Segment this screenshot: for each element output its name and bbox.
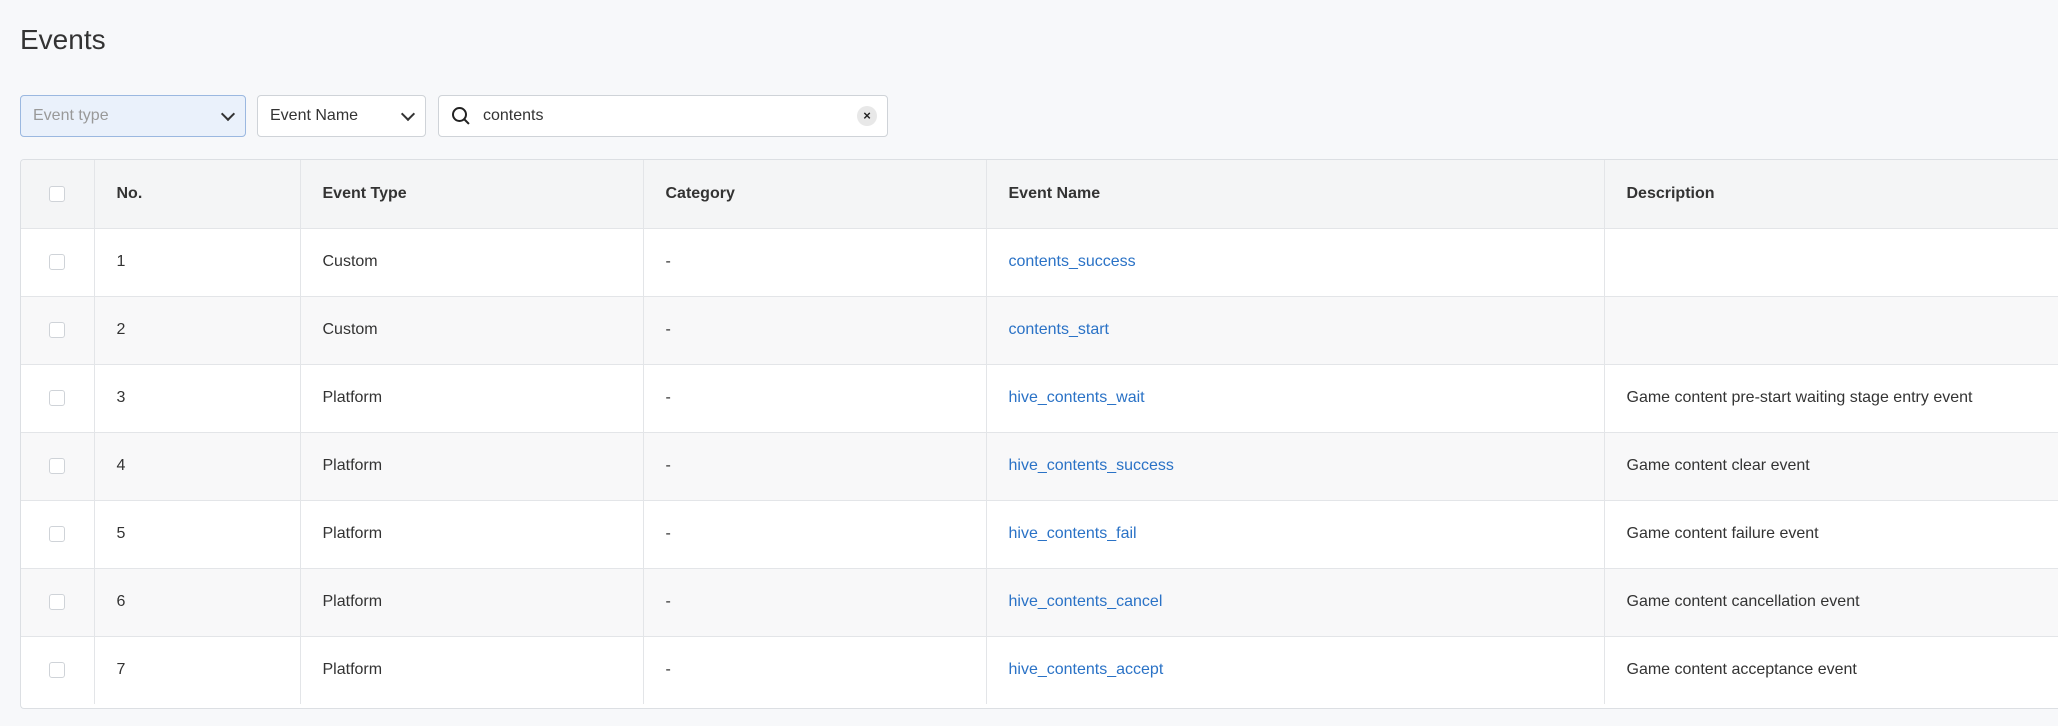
table-row[interactable]: 1 Custom - contents_success xyxy=(21,228,2058,297)
row-number: 5 xyxy=(94,500,301,569)
table-header-row: No. Event Type Category Event Name Descr… xyxy=(21,160,2058,229)
row-checkbox[interactable] xyxy=(49,457,66,474)
table-row[interactable]: 7 Platform - hive_contents_accept Game c… xyxy=(21,636,2058,704)
event-type-select[interactable]: Event type xyxy=(20,95,246,137)
row-category: - xyxy=(643,636,987,704)
row-checkbox[interactable] xyxy=(49,253,66,270)
row-number: 6 xyxy=(94,568,301,637)
row-description xyxy=(1604,228,2058,297)
row-description: Game content cancellation event xyxy=(1604,568,2058,637)
row-event-type: Custom xyxy=(300,228,644,297)
event-name-link[interactable]: hive_contents_accept xyxy=(1009,661,1164,678)
row-select-cell xyxy=(21,636,95,704)
row-description: Game content pre-start waiting stage ent… xyxy=(1604,364,2058,433)
column-header-category[interactable]: Category xyxy=(643,160,987,229)
row-description: Game content failure event xyxy=(1604,500,2058,569)
row-checkbox[interactable] xyxy=(49,321,66,338)
search-icon xyxy=(451,106,471,126)
row-event-name-cell: contents_success xyxy=(986,228,1605,297)
row-category: - xyxy=(643,228,987,297)
event-name-link[interactable]: contents_start xyxy=(1009,321,1110,338)
row-description xyxy=(1604,296,2058,365)
row-select-cell xyxy=(21,432,95,501)
row-checkbox[interactable] xyxy=(49,593,66,610)
row-event-name-cell: hive_contents_cancel xyxy=(986,568,1605,637)
row-number: 3 xyxy=(94,364,301,433)
row-event-type: Platform xyxy=(300,364,644,433)
row-number: 1 xyxy=(94,228,301,297)
column-header-description[interactable]: Description xyxy=(1604,160,2058,229)
row-event-name-cell: hive_contents_accept xyxy=(986,636,1605,704)
filter-bar: Event type Event Name × xyxy=(20,95,888,137)
event-name-link[interactable]: hive_contents_wait xyxy=(1009,389,1145,406)
row-event-type: Platform xyxy=(300,636,644,704)
row-select-cell xyxy=(21,296,95,365)
event-name-select[interactable]: Event Name xyxy=(257,95,426,137)
event-type-placeholder: Event type xyxy=(33,107,109,124)
table-row[interactable]: 6 Platform - hive_contents_cancel Game c… xyxy=(21,568,2058,637)
column-header-event-name[interactable]: Event Name xyxy=(986,160,1605,229)
event-name-select-label: Event Name xyxy=(270,107,359,124)
clear-icon[interactable]: × xyxy=(857,106,877,126)
row-number: 4 xyxy=(94,432,301,501)
row-select-cell xyxy=(21,228,95,297)
chevron-down-icon xyxy=(220,106,236,121)
column-header-event-type[interactable]: Event Type xyxy=(300,160,644,229)
row-number: 7 xyxy=(94,636,301,704)
row-select-cell xyxy=(21,364,95,433)
row-category: - xyxy=(643,364,987,433)
row-event-name-cell: hive_contents_fail xyxy=(986,500,1605,569)
row-checkbox[interactable] xyxy=(49,662,66,679)
select-all-cell xyxy=(21,160,95,229)
row-category: - xyxy=(643,500,987,569)
row-event-type: Platform xyxy=(300,500,644,569)
row-description: Game content clear event xyxy=(1604,432,2058,501)
row-event-type: Platform xyxy=(300,432,644,501)
table-row[interactable]: 2 Custom - contents_start xyxy=(21,296,2058,365)
search-input[interactable] xyxy=(483,107,857,125)
table-row[interactable]: 5 Platform - hive_contents_fail Game con… xyxy=(21,500,2058,569)
table-row[interactable]: 4 Platform - hive_contents_success Game … xyxy=(21,432,2058,501)
select-all-checkbox[interactable] xyxy=(49,185,66,202)
row-event-type: Custom xyxy=(300,296,644,365)
event-name-link[interactable]: hive_contents_success xyxy=(1009,457,1174,474)
row-select-cell xyxy=(21,500,95,569)
row-category: - xyxy=(643,568,987,637)
row-event-name-cell: contents_start xyxy=(986,296,1605,365)
row-event-name-cell: hive_contents_wait xyxy=(986,364,1605,433)
column-header-no[interactable]: No. xyxy=(94,160,301,229)
event-name-link[interactable]: hive_contents_fail xyxy=(1009,525,1137,542)
search-box: × xyxy=(438,95,888,137)
row-event-name-cell: hive_contents_success xyxy=(986,432,1605,501)
row-category: - xyxy=(643,432,987,501)
row-category: - xyxy=(643,296,987,365)
page-title: Events xyxy=(20,24,106,55)
row-select-cell xyxy=(21,568,95,637)
events-table: No. Event Type Category Event Name Descr… xyxy=(20,159,2058,709)
row-number: 2 xyxy=(94,296,301,365)
row-checkbox[interactable] xyxy=(49,389,66,406)
table-row[interactable]: 3 Platform - hive_contents_wait Game con… xyxy=(21,364,2058,433)
row-event-type: Platform xyxy=(300,568,644,637)
event-name-link[interactable]: contents_success xyxy=(1009,253,1136,270)
row-description: Game content acceptance event xyxy=(1604,636,2058,704)
chevron-down-icon xyxy=(400,106,416,121)
row-checkbox[interactable] xyxy=(49,525,66,542)
event-name-link[interactable]: hive_contents_cancel xyxy=(1009,593,1163,610)
